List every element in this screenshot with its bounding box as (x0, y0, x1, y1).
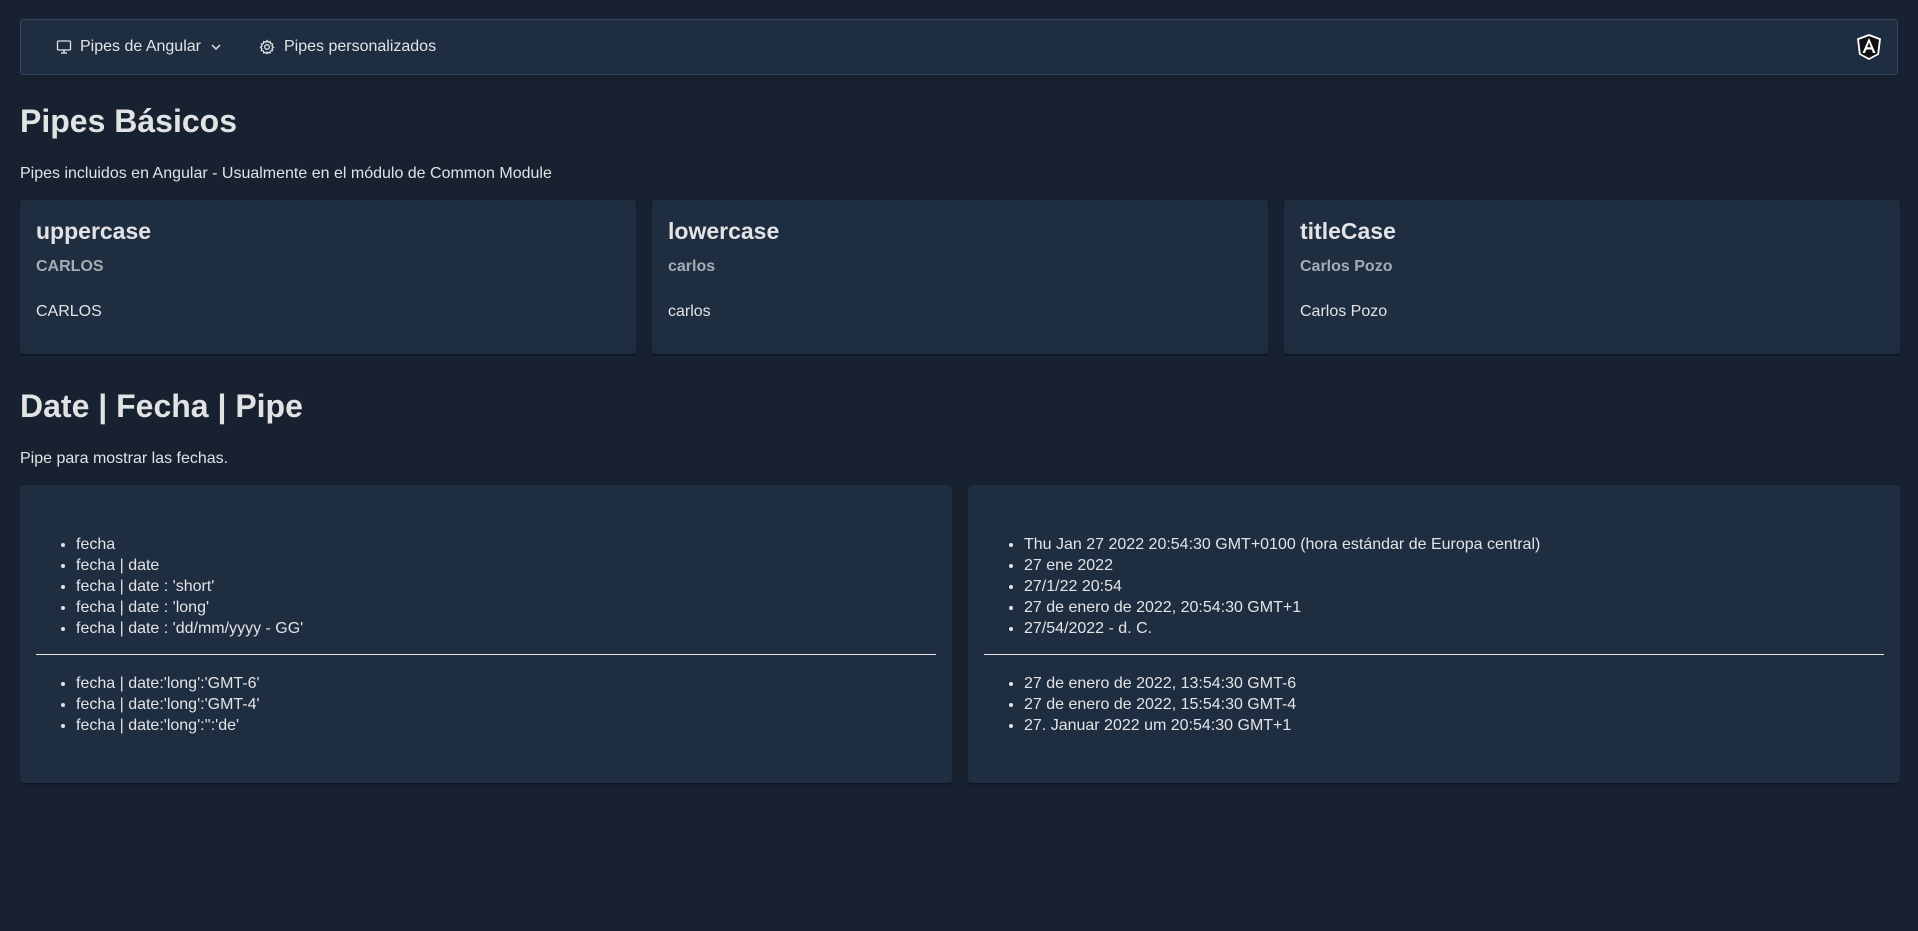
list-item: fecha | date : 'dd/mm/yyyy - GG' (76, 618, 303, 639)
desktop-icon (55, 39, 72, 56)
menu-item-label: Pipes de Angular (80, 38, 201, 55)
card-subtitle: carlos (668, 258, 716, 275)
date-section-title: Date | Fecha | Pipe (20, 388, 303, 424)
menubar: Pipes de Angular Pipes personalizados (20, 19, 1898, 75)
list-item: fecha | date:'long':'':'de' (76, 715, 260, 736)
basic-section-subtitle: Pipes incluidos en Angular - Usualmente … (20, 165, 552, 182)
card-subtitle: CARLOS (36, 258, 104, 275)
list-item: 27 de enero de 2022, 15:54:30 GMT-4 (1024, 694, 1296, 715)
card-subtitle: Carlos Pozo (1300, 258, 1393, 275)
card-lowercase: lowercase carlos carlos (652, 200, 1268, 354)
expressions-list-top: fecha fecha | date fecha | date : 'short… (36, 534, 303, 639)
menu-item-pipes-angular[interactable]: Pipes de Angular (45, 30, 233, 64)
list-item: fecha (76, 534, 303, 555)
list-item: 27 de enero de 2022, 13:54:30 GMT-6 (1024, 673, 1296, 694)
menu-item-label: Pipes personalizados (283, 38, 437, 55)
chevron-down-icon (209, 40, 223, 54)
list-item: fecha | date:'long':'GMT-4' (76, 694, 260, 715)
card-content: CARLOS (36, 303, 102, 320)
divider (36, 654, 936, 655)
list-item: 27/54/2022 - d. C. (1024, 618, 1540, 639)
angular-logo-icon[interactable] (1855, 33, 1883, 61)
list-item: fecha | date:'long':'GMT-6' (76, 673, 260, 694)
divider (984, 654, 1884, 655)
card-title: uppercase (36, 218, 152, 244)
gear-icon (259, 39, 276, 56)
list-item: fecha | date (76, 555, 303, 576)
list-item: 27. Januar 2022 um 20:54:30 GMT+1 (1024, 715, 1296, 736)
expressions-list-bottom: fecha | date:'long':'GMT-6' fecha | date… (36, 673, 260, 736)
card-content: carlos (668, 303, 711, 320)
card-title: titleCase (1300, 218, 1396, 244)
menu-item-pipes-personalizados[interactable]: Pipes personalizados (249, 30, 446, 64)
list-item: Thu Jan 27 2022 20:54:30 GMT+0100 (hora … (1024, 534, 1540, 555)
card-uppercase: uppercase CARLOS CARLOS (20, 200, 636, 354)
list-item: fecha | date : 'short' (76, 576, 303, 597)
results-list-top: Thu Jan 27 2022 20:54:30 GMT+0100 (hora … (984, 534, 1540, 639)
card-date-results: Thu Jan 27 2022 20:54:30 GMT+0100 (hora … (968, 485, 1900, 783)
card-date-expressions: fecha fecha | date fecha | date : 'short… (20, 485, 952, 783)
basic-section-title: Pipes Básicos (20, 103, 237, 139)
list-item: 27 ene 2022 (1024, 555, 1540, 576)
card-content: Carlos Pozo (1300, 303, 1388, 320)
card-title: lowercase (668, 218, 780, 244)
list-item: fecha | date : 'long' (76, 597, 303, 618)
list-item: 27 de enero de 2022, 20:54:30 GMT+1 (1024, 597, 1540, 618)
date-section-subtitle: Pipe para mostrar las fechas. (20, 450, 229, 467)
results-list-bottom: 27 de enero de 2022, 13:54:30 GMT-6 27 d… (984, 673, 1296, 736)
list-item: 27/1/22 20:54 (1024, 576, 1540, 597)
card-titlecase: titleCase Carlos Pozo Carlos Pozo (1284, 200, 1900, 354)
